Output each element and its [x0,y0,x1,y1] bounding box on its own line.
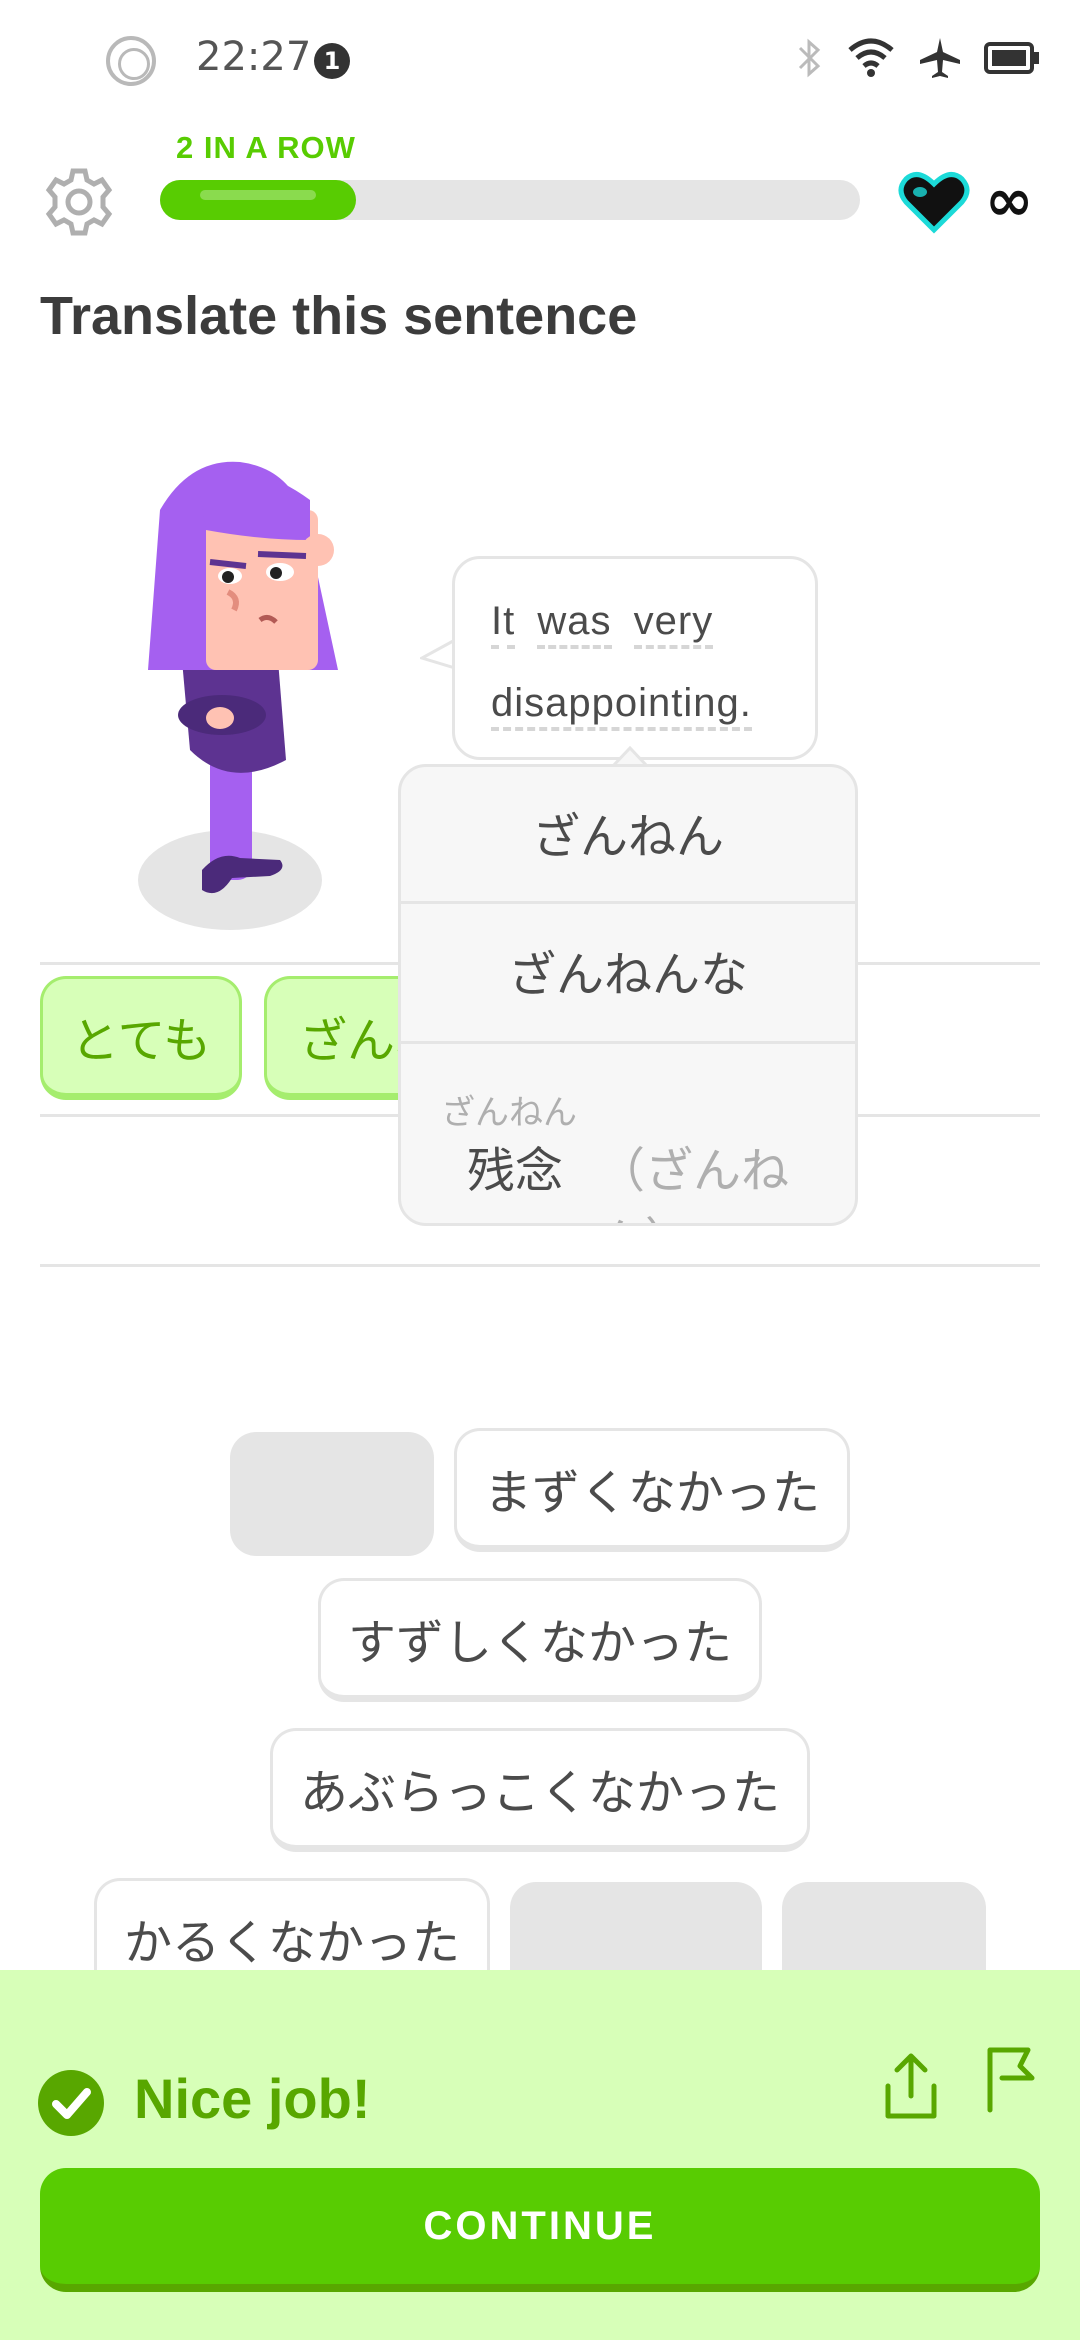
hint-kanji[interactable]: 残念 [467,1131,563,1201]
record-indicator-icon [106,36,156,86]
word-chip-suzushikunakatta[interactable]: すずしくなかった [318,1578,762,1702]
instruction-title: Translate this sentence [40,286,638,346]
progress-shine [200,190,316,200]
checkmark-icon [38,2070,104,2136]
hint-reading: （ざんねん） [597,1143,790,1223]
airplane-mode-icon [918,36,962,84]
streak-label: 2 IN A ROW [176,130,356,165]
status-icons [796,36,1040,84]
prompt-word[interactable]: It [491,599,516,649]
progress-fill [160,180,356,220]
hint-furigana: ざんねん [441,1093,577,1133]
hint-divider [401,1041,855,1044]
prompt-speech-bubble: It was very disappointing. [452,556,818,760]
speech-bubble-tail [420,637,456,670]
prompt-word[interactable]: was [537,599,612,649]
notification-badge: 1 [314,43,350,79]
status-time: 22:27 [196,34,312,80]
hint-popup: ざんねん ざんねんな ざんねん 残念 （ざんねん） [398,764,858,1226]
prompt-line-2: disappointing. [491,681,762,731]
word-bank-empty-slot [230,1432,434,1556]
prompt-word[interactable]: very [633,599,714,649]
hint-divider [401,901,855,904]
answer-chip-totemo[interactable]: とても [40,976,242,1100]
word-chip-aburakkokunakatta[interactable]: あぶらっこくなかった [270,1728,810,1852]
prompt-word-disappointing[interactable]: disappointing. [491,681,752,731]
heart-icon[interactable] [898,170,970,234]
feedback-panel: Nice job! CONTINUE [0,1970,1080,2340]
wifi-icon [846,36,896,84]
share-icon[interactable] [880,2050,942,2122]
continue-button[interactable]: CONTINUE [40,2168,1040,2292]
feedback-message: Nice job! [134,2067,371,2130]
lily-character-illustration [110,450,360,940]
hearts-count: ∞ [985,166,1034,234]
status-bar: 22:27 1 [0,0,1080,120]
report-flag-icon[interactable] [982,2044,1038,2114]
answer-line-3 [40,1264,1040,1267]
battery-icon [984,41,1040,79]
prompt-line-1: It was very [491,599,723,649]
hint-option-zannenna[interactable]: ざんねんな [401,935,855,1005]
lesson-progress-bar [160,180,860,220]
settings-gear-icon[interactable] [42,165,116,239]
word-chip-mazukunakatta[interactable]: まずくなかった [454,1428,850,1552]
hint-option-zannen[interactable]: ざんねん [401,797,855,867]
bluetooth-icon [796,36,824,84]
